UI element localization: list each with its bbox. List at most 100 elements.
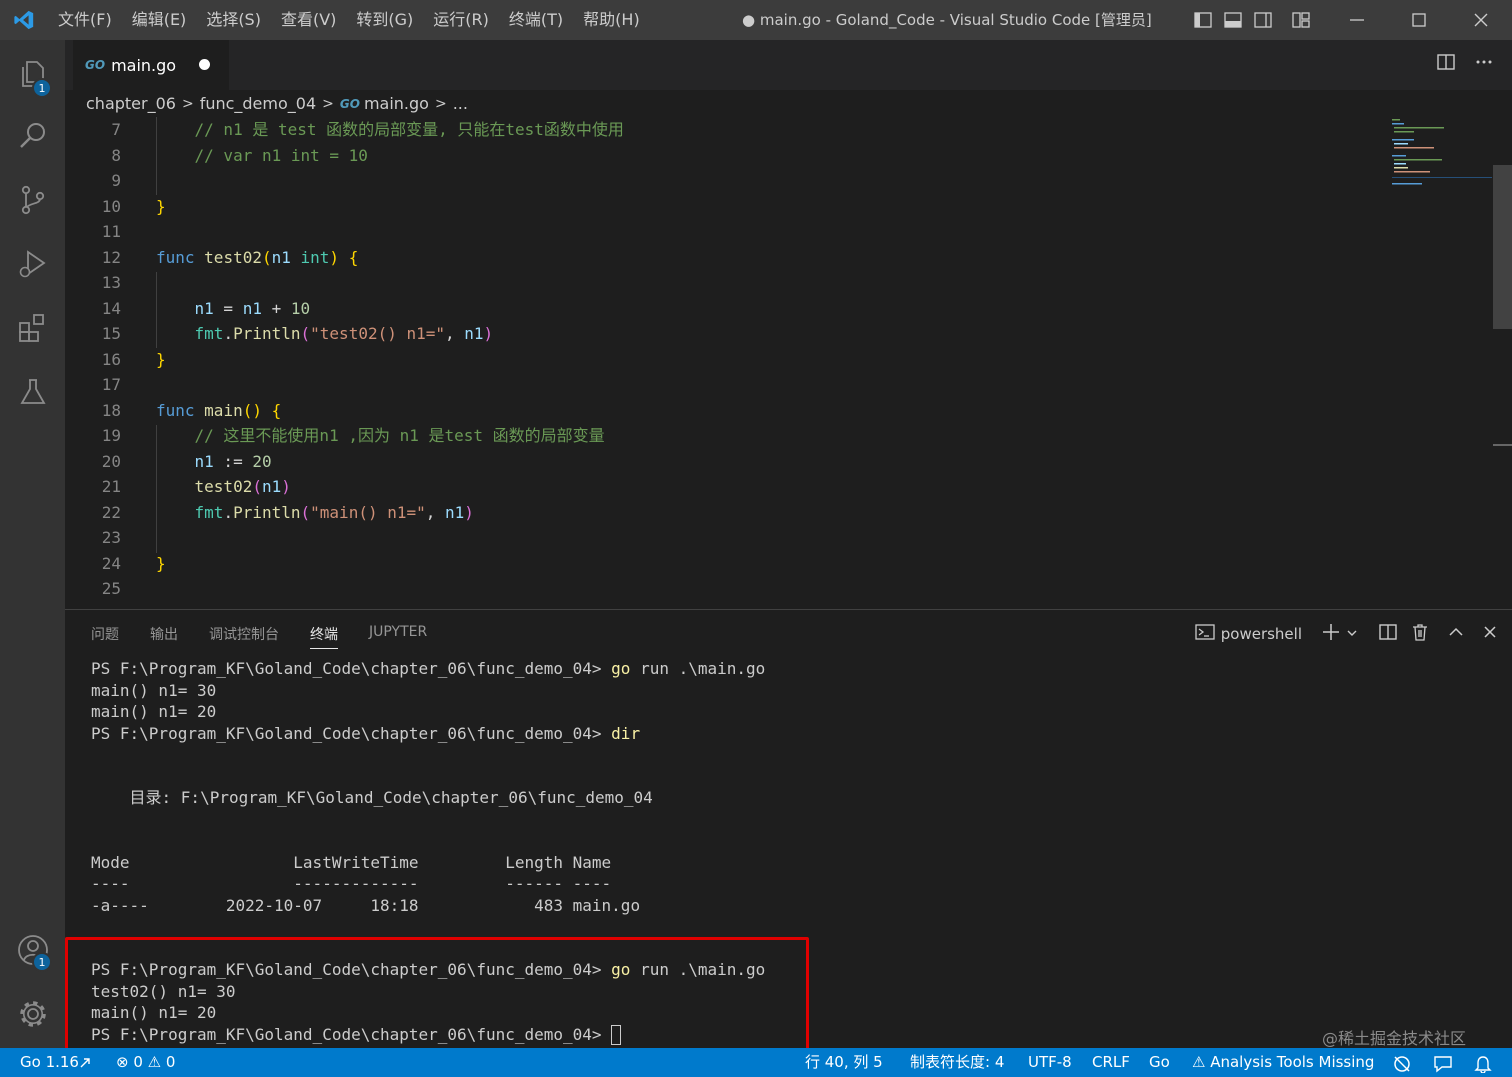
code-line[interactable]: 19 // 这里不能使用n1 ,因为 n1 是test 函数的局部变量: [65, 423, 1385, 448]
split-editor-icon[interactable]: [1436, 52, 1456, 76]
extensions-icon[interactable]: [0, 298, 65, 358]
add-terminal-icon[interactable]: [1322, 623, 1340, 645]
terminal-text: ---- ------------- ------ ----: [91, 874, 612, 893]
chevron-right-icon: >: [434, 95, 447, 112]
menu-item-7[interactable]: 帮助(H): [573, 0, 650, 40]
tab-main-go[interactable]: GO main.go: [73, 40, 229, 90]
code-line[interactable]: 25: [65, 576, 1385, 601]
terminal-text: main() n1= 30: [91, 680, 217, 700]
close-panel-icon[interactable]: [1482, 624, 1498, 644]
code-token: ): [483, 324, 494, 343]
run-and-debug-icon[interactable]: [0, 234, 65, 294]
cursor-position-status[interactable]: 行 40, 列 5: [805, 1048, 883, 1077]
line-number: 14: [101, 298, 121, 318]
terminal-text: dir: [611, 723, 641, 743]
explorer-icon[interactable]: 1: [0, 44, 65, 104]
search-icon[interactable]: [0, 106, 65, 166]
chevron-down-icon[interactable]: [1346, 625, 1358, 643]
code-line[interactable]: 13: [65, 270, 1385, 295]
code-line[interactable]: 21 test02(n1): [65, 474, 1385, 499]
minimize-button[interactable]: [1326, 0, 1388, 40]
go-live-icon[interactable]: [1392, 1054, 1412, 1077]
breadcrumb-item-file[interactable]: main.go: [364, 94, 429, 113]
unsaved-dot-icon[interactable]: [199, 59, 210, 70]
code-line[interactable]: 11: [65, 219, 1385, 244]
maximize-button[interactable]: [1388, 0, 1450, 40]
testing-icon[interactable]: [0, 362, 65, 422]
more-actions-icon[interactable]: [1474, 52, 1494, 76]
editor-scrollbar[interactable]: [1493, 165, 1512, 329]
toggle-primary-sidebar-icon[interactable]: [1188, 0, 1218, 40]
code-line[interactable]: 14 n1 = n1 + 10: [65, 296, 1385, 321]
code-text: func test02(n1 int) {: [156, 245, 358, 270]
indent-guide: [156, 425, 157, 553]
menu-item-2[interactable]: 选择(S): [196, 0, 271, 40]
line-number: 10: [101, 196, 121, 216]
panel-tab-2[interactable]: 调试控制台: [209, 624, 279, 649]
trash-icon[interactable]: [1410, 622, 1430, 646]
split-terminal-icon[interactable]: [1378, 622, 1398, 646]
notifications-bell-icon[interactable]: [1474, 1054, 1492, 1077]
breadcrumb-item-symbol[interactable]: ...: [453, 94, 468, 113]
problems-status[interactable]: ⊗ 0 ⚠ 0: [116, 1048, 175, 1077]
code-token: 20: [252, 451, 272, 471]
indentation-status[interactable]: 制表符长度: 4: [910, 1048, 1004, 1077]
accounts-icon[interactable]: 1: [0, 920, 65, 980]
eol-status[interactable]: CRLF: [1092, 1048, 1130, 1077]
menu-item-4[interactable]: 转到(G): [346, 0, 423, 40]
code-token: test02: [194, 477, 253, 496]
terminal-shell-icon[interactable]: [1195, 623, 1215, 645]
language-status[interactable]: Go: [1149, 1048, 1170, 1077]
minimap[interactable]: [1390, 117, 1495, 197]
code-line[interactable]: 15 fmt.Println("test02() n1=", n1): [65, 321, 1385, 346]
close-button[interactable]: [1450, 0, 1512, 40]
menu-item-5[interactable]: 运行(R): [423, 0, 499, 40]
scrollbar-marker: [1493, 444, 1512, 446]
toggle-secondary-sidebar-icon[interactable]: [1248, 0, 1278, 40]
code-line[interactable]: 8 // var n1 int = 10: [65, 143, 1385, 168]
breadcrumb-item-chapter[interactable]: chapter_06: [86, 94, 176, 113]
code-line[interactable]: 7 // n1 是 test 函数的局部变量, 只能在test函数中使用: [65, 117, 1385, 142]
gear-icon[interactable]: [0, 984, 65, 1044]
panel-tab-3[interactable]: 终端: [310, 624, 338, 649]
code-line[interactable]: 10}: [65, 194, 1385, 219]
menu-item-0[interactable]: 文件(F): [48, 0, 122, 40]
code-line[interactable]: 22 fmt.Println("main() n1=", n1): [65, 500, 1385, 525]
code-token: // var n1 int = 10: [194, 145, 368, 165]
source-control-icon[interactable]: [0, 170, 65, 230]
panel-tab-4[interactable]: JUPYTER: [369, 624, 427, 649]
code-line[interactable]: 9: [65, 168, 1385, 193]
chevron-right-icon: >: [322, 95, 334, 112]
shell-label[interactable]: powershell: [1221, 625, 1302, 643]
code-token: n1: [194, 298, 214, 318]
chevron-up-icon[interactable]: [1448, 624, 1464, 644]
breadcrumb-item-folder[interactable]: func_demo_04: [200, 94, 316, 113]
encoding-status[interactable]: UTF-8: [1028, 1048, 1072, 1077]
menu-item-6[interactable]: 终端(T): [499, 0, 573, 40]
toggle-panel-icon[interactable]: [1218, 0, 1248, 40]
menu-item-3[interactable]: 查看(V): [271, 0, 346, 40]
code-editor[interactable]: 7 // n1 是 test 函数的局部变量, 只能在test函数中使用 8 //…: [65, 117, 1512, 609]
go-version-status[interactable]: Go 1.16: [20, 1048, 79, 1077]
line-number: 24: [101, 553, 121, 573]
code-line[interactable]: 16}: [65, 347, 1385, 372]
analysis-tools-status[interactable]: ⚠ Analysis Tools Missing: [1192, 1048, 1374, 1077]
menu-item-1[interactable]: 编辑(E): [122, 0, 197, 40]
customize-layout-icon[interactable]: [1286, 0, 1316, 40]
code-token: n1: [242, 298, 262, 318]
code-line[interactable]: 24}: [65, 551, 1385, 576]
feedback-icon[interactable]: [1433, 1054, 1453, 1077]
line-number: 21: [101, 477, 121, 496]
panel-tab-1[interactable]: 输出: [150, 624, 178, 649]
panel-tab-0[interactable]: 问题: [91, 624, 119, 649]
code-line[interactable]: 23: [65, 525, 1385, 550]
code-line[interactable]: 17: [65, 372, 1385, 397]
code-line[interactable]: 20 n1 := 20: [65, 449, 1385, 474]
line-number: 23: [101, 528, 121, 547]
code-line[interactable]: 18 func main() {: [65, 398, 1385, 423]
activity-bar: 1 1: [0, 40, 65, 1048]
code-line[interactable]: 12 func test02(n1 int) {: [65, 245, 1385, 270]
